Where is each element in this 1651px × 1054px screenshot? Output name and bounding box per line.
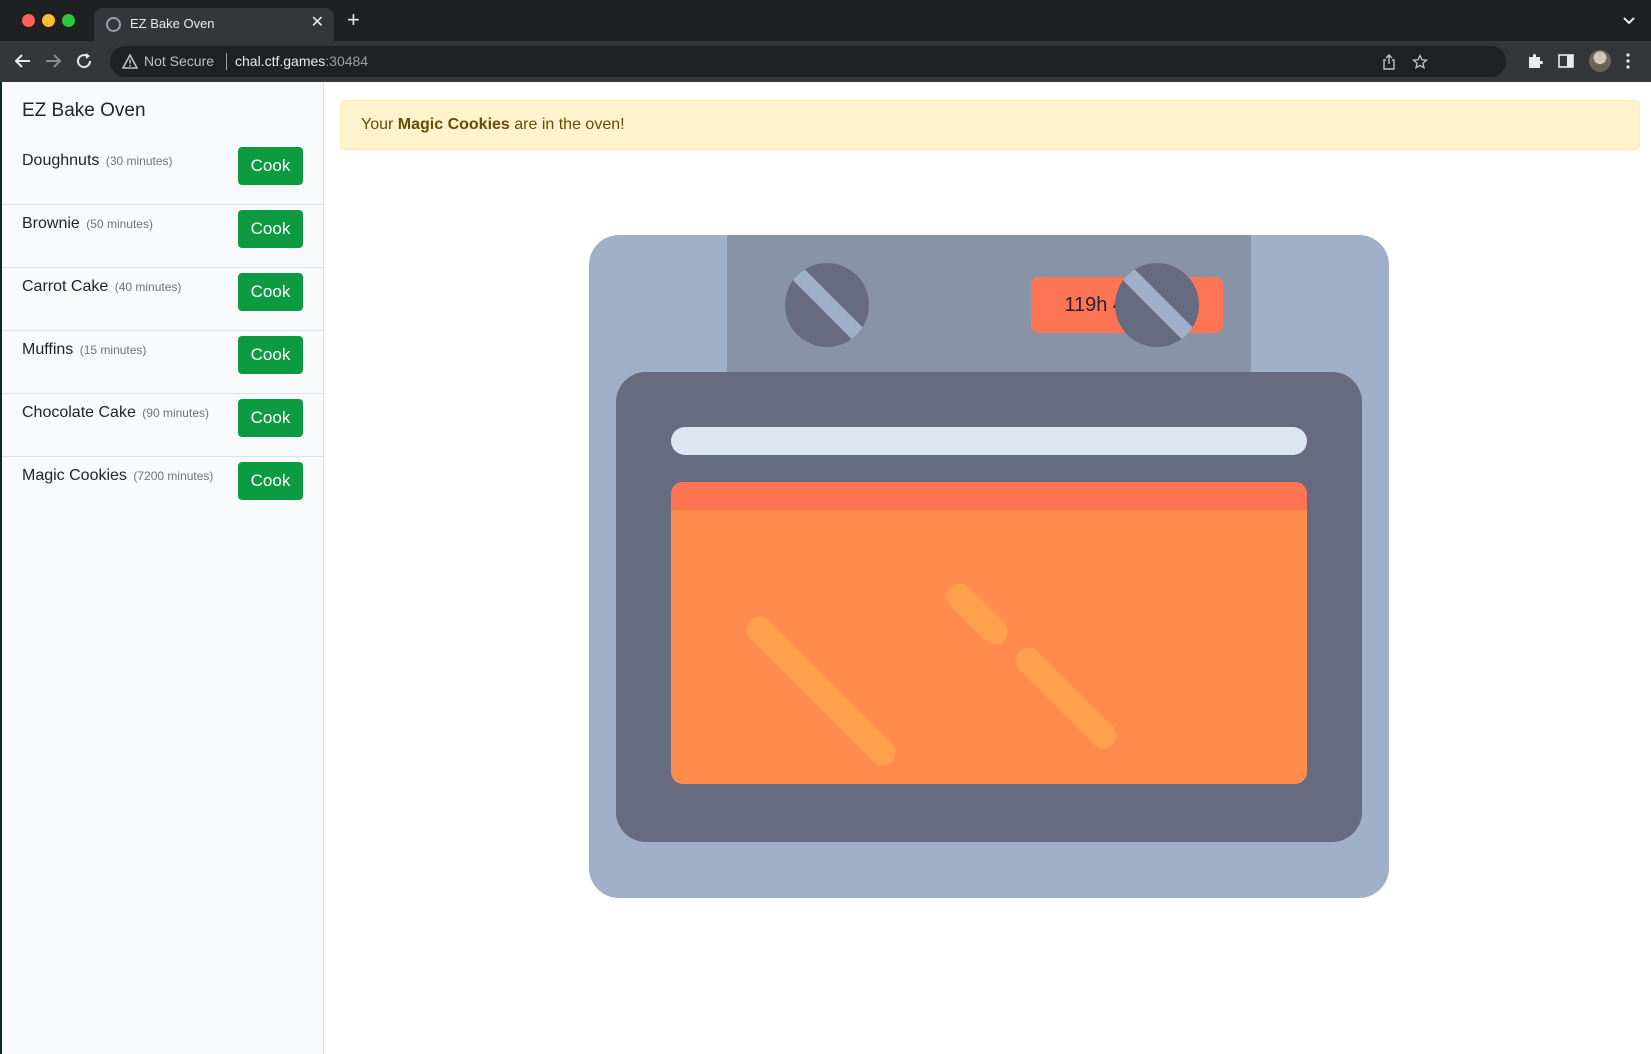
main-content: Your Magic Cookies are in the oven! 119h… — [324, 82, 1651, 1054]
tab-strip: EZ Bake Oven ✕ + — [0, 0, 1651, 41]
window-glare — [741, 611, 901, 771]
oven-knob-left — [785, 263, 869, 347]
recipe-name: Brownie — [22, 215, 80, 232]
tab-close-icon[interactable]: ✕ — [311, 14, 324, 32]
oven-handle — [671, 427, 1307, 455]
warning-icon — [122, 54, 138, 69]
omnibox-separator — [226, 53, 227, 70]
url-text[interactable]: chal.ctf.games:30484 — [235, 53, 368, 69]
recipe-item-doughnuts: Doughnuts (30 minutes) Cook — [2, 142, 323, 205]
recipe-label: Brownie (50 minutes) — [22, 215, 153, 233]
recipe-item-muffins: Muffins (15 minutes) Cook — [2, 331, 323, 394]
recipe-time: (40 minutes) — [114, 280, 182, 294]
alert-suffix: are in the oven! — [514, 116, 625, 133]
sidebar: EZ Bake Oven Doughnuts (30 minutes) Cook… — [2, 82, 324, 1054]
recipe-item-magic-cookies: Magic Cookies (7200 minutes) Cook — [2, 457, 323, 520]
back-arrow-icon[interactable] — [12, 50, 34, 72]
recipe-name: Muffins — [22, 341, 74, 358]
forward-arrow-icon[interactable] — [42, 50, 64, 72]
knob-indicator — [1119, 265, 1199, 345]
recipe-label: Chocolate Cake (90 minutes) — [22, 404, 209, 422]
recipe-label: Doughnuts (30 minutes) — [22, 152, 173, 170]
minimize-window-button[interactable] — [42, 14, 55, 27]
recipe-item-carrot-cake: Carrot Cake (40 minutes) Cook — [2, 268, 323, 331]
recipe-name: Doughnuts — [22, 152, 100, 169]
cook-button-brownie[interactable]: Cook — [238, 210, 303, 248]
recipe-list: Doughnuts (30 minutes) Cook Brownie (50 … — [2, 142, 323, 520]
close-window-button[interactable] — [22, 14, 35, 27]
cook-button-carrot-cake[interactable]: Cook — [238, 273, 303, 311]
maximize-window-button[interactable] — [62, 14, 75, 27]
url-port: :30484 — [325, 53, 369, 69]
url-host: chal.ctf.games — [235, 53, 326, 69]
recipe-time: (15 minutes) — [79, 343, 147, 357]
profile-avatar[interactable] — [1589, 50, 1611, 72]
new-tab-button[interactable]: + — [347, 9, 360, 31]
side-panel-icon[interactable] — [1557, 52, 1575, 70]
share-icon[interactable] — [1381, 54, 1397, 70]
recipe-name: Carrot Cake — [22, 278, 109, 295]
recipe-name: Magic Cookies — [22, 467, 127, 484]
bookmark-star-icon[interactable] — [1412, 54, 1428, 70]
address-bar[interactable]: Not Secure chal.ctf.games:30484 — [110, 46, 1506, 77]
recipe-label: Carrot Cake (40 minutes) — [22, 278, 181, 296]
tab-search-chevron-icon[interactable] — [1621, 12, 1637, 28]
recipe-time: (30 minutes) — [105, 154, 173, 168]
recipe-name: Chocolate Cake — [22, 404, 136, 421]
web-page: EZ Bake Oven Doughnuts (30 minutes) Cook… — [0, 82, 1651, 1054]
oven-window-top — [671, 482, 1307, 510]
oven-illustration: 119h 47m 33s — [589, 235, 1389, 898]
globe-icon — [106, 17, 121, 32]
alert-item: Magic Cookies — [397, 116, 510, 133]
window-glare — [1010, 642, 1122, 754]
reload-icon[interactable] — [73, 50, 95, 72]
more-menu-icon[interactable] — [1622, 52, 1634, 70]
browser-chrome: EZ Bake Oven ✕ + Not Secure chal.ctf.gam… — [0, 0, 1651, 82]
extensions-puzzle-icon[interactable] — [1526, 52, 1544, 70]
window-glare — [940, 577, 1014, 651]
recipe-time: (7200 minutes) — [133, 469, 214, 483]
status-alert: Your Magic Cookies are in the oven! — [340, 100, 1640, 150]
tab-title: EZ Bake Oven — [130, 16, 215, 31]
recipe-time: (50 minutes) — [86, 217, 153, 231]
security-label[interactable]: Not Secure — [144, 53, 214, 69]
oven-door — [616, 372, 1362, 842]
alert-prefix: Your — [361, 116, 394, 133]
oven-control-panel: 119h 47m 33s — [727, 235, 1251, 385]
recipe-label: Magic Cookies (7200 minutes) — [22, 467, 213, 485]
recipe-item-brownie: Brownie (50 minutes) Cook — [2, 205, 323, 268]
alert-text: Your Magic Cookies are in the oven! — [361, 116, 625, 134]
cook-button-doughnuts[interactable]: Cook — [238, 147, 303, 185]
recipe-time: (90 minutes) — [142, 406, 209, 420]
cook-button-muffins[interactable]: Cook — [238, 336, 303, 374]
oven-window — [671, 482, 1307, 784]
cook-button-magic-cookies[interactable]: Cook — [238, 462, 303, 500]
recipe-item-chocolate-cake: Chocolate Cake (90 minutes) Cook — [2, 394, 323, 457]
browser-toolbar: Not Secure chal.ctf.games:30484 — [0, 41, 1651, 82]
knob-indicator — [789, 265, 869, 345]
browser-tab[interactable]: EZ Bake Oven ✕ — [94, 8, 334, 41]
recipe-label: Muffins (15 minutes) — [22, 341, 146, 359]
app-title: EZ Bake Oven — [22, 100, 146, 121]
cook-button-chocolate-cake[interactable]: Cook — [238, 399, 303, 437]
oven-knob-right — [1115, 263, 1199, 347]
